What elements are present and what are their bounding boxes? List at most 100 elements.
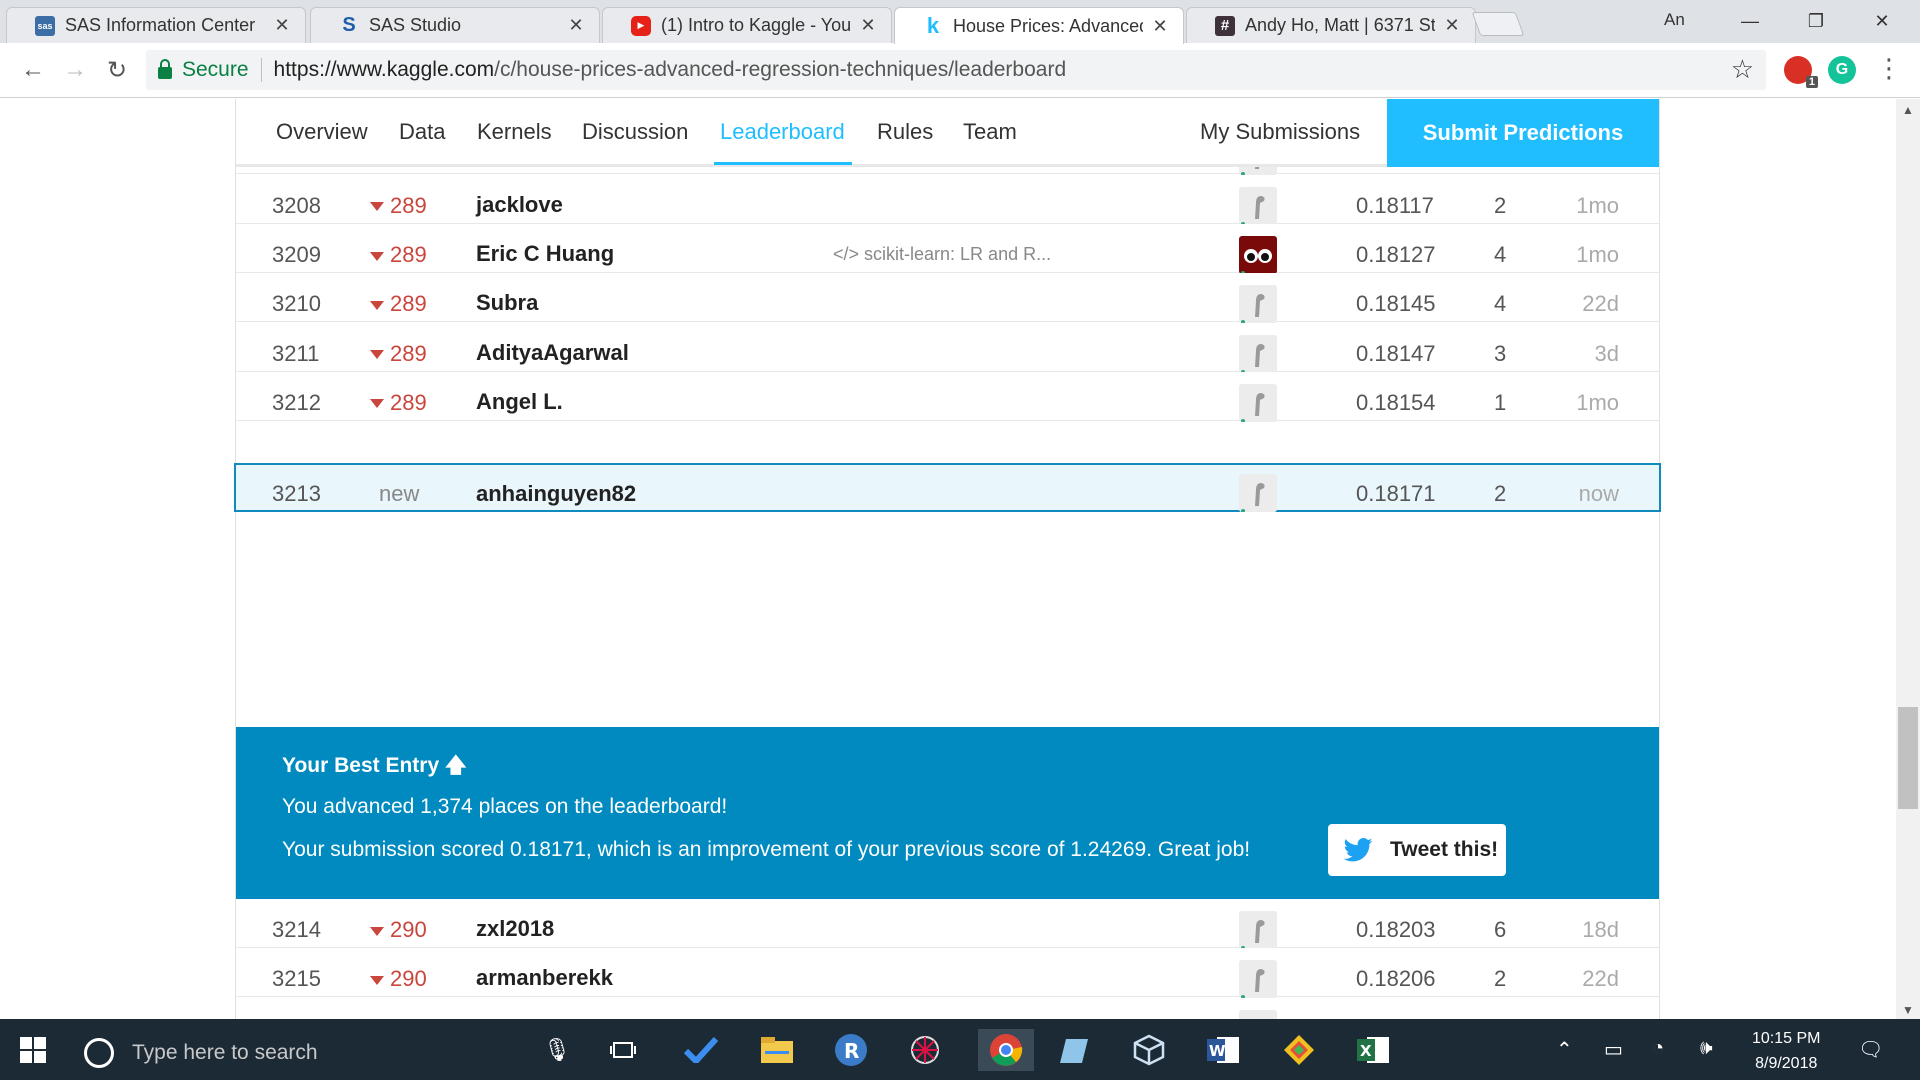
kernel-link[interactable]: </> scikit-learn: LR and R...	[833, 244, 1051, 265]
todo-check-icon[interactable]	[680, 1029, 722, 1071]
tab-data[interactable]: Data	[399, 119, 445, 145]
extension-icon[interactable]: 1	[1784, 56, 1818, 88]
rank-change: 289	[370, 242, 427, 268]
tweet-button[interactable]: Tweet this!	[1328, 824, 1506, 876]
volume-icon[interactable]: 🕪	[1700, 1037, 1713, 1060]
search-placeholder: Type here to search	[132, 1041, 318, 1064]
score: 0.18147	[1356, 340, 1436, 366]
show-hidden-icons-icon[interactable]: ⌃	[1556, 1037, 1573, 1062]
scrollbar-thumb[interactable]	[1898, 707, 1918, 809]
rank-change: 290	[370, 966, 427, 992]
team-name[interactable]: armanberekk	[476, 965, 613, 991]
rank-change-value: 289	[390, 340, 427, 366]
scroll-up-icon[interactable]: ▲	[1902, 103, 1914, 117]
wifi-icon[interactable]: ◔	[1652, 1037, 1664, 1060]
spider-app-icon[interactable]	[904, 1029, 946, 1071]
taskbar-clock[interactable]: 10:15 PM 8/9/2018	[1752, 1026, 1820, 1076]
cortana-icon	[84, 1038, 114, 1068]
tab-discussion[interactable]: Discussion	[582, 119, 688, 145]
tab-youtube[interactable]: ▶ (1) Intro to Kaggle - YouT ✕	[602, 7, 892, 43]
windows-start-icon[interactable]	[20, 1037, 46, 1063]
tab-rules[interactable]: Rules	[877, 119, 933, 145]
tab-slack[interactable]: # Andy Ho, Matt | 6371 Sta ✕	[1186, 7, 1476, 43]
team-name[interactable]: anhainguyen82	[476, 481, 636, 507]
close-tab-icon[interactable]: ✕	[1443, 15, 1461, 36]
profile-name[interactable]: An	[1664, 10, 1685, 30]
taskbar-search[interactable]: Type here to search	[84, 1038, 318, 1068]
page: 3206289RetoLed0.1811761mo3207289Rechel H…	[0, 99, 1920, 1019]
close-window-icon[interactable]: ✕	[1852, 4, 1912, 38]
team-name[interactable]: zxl2018	[476, 916, 554, 942]
address-bar[interactable]: Secure https://www.kaggle.com/c/house-pr…	[146, 50, 1766, 90]
notebook-app-icon[interactable]	[1054, 1029, 1096, 1071]
file-explorer-icon[interactable]	[756, 1029, 798, 1071]
restore-icon[interactable]: ❐	[1786, 4, 1846, 38]
rank: 3208	[272, 192, 321, 218]
tab-team[interactable]: Team	[963, 119, 1017, 145]
team-name[interactable]: Subra	[476, 290, 538, 316]
team-avatar[interactable]	[1239, 334, 1277, 373]
team-avatar[interactable]	[1239, 235, 1277, 274]
tab-sas-information-center[interactable]: sas SAS Information Center ✕	[6, 7, 306, 43]
r-icon[interactable]: R	[830, 1029, 872, 1071]
new-tab-button[interactable]	[1471, 12, 1525, 36]
url-path: /c/house-prices-advanced-regression-tech…	[494, 58, 1067, 81]
excel-icon[interactable]: X	[1352, 1029, 1394, 1071]
team-name[interactable]: AdityaAgarwal	[476, 340, 629, 366]
tab-kaggle-house-prices[interactable]: k House Prices: Advanced R ✕	[894, 7, 1184, 44]
tab-leaderboard[interactable]: Leaderboard	[720, 119, 845, 145]
bookmark-star-icon[interactable]: ☆	[1731, 54, 1754, 85]
reload-icon[interactable]: ↻	[100, 53, 134, 87]
svg-text:W: W	[1209, 1042, 1226, 1060]
page-scrollbar[interactable]: ▲ ▼	[1896, 99, 1920, 1019]
leaderboard-row[interactable]: 3216290Jim Wang0.1821511mo	[236, 997, 1659, 1019]
leaderboard-row[interactable]: 3209 289 Eric C Huang </> scikit-learn: LR …	[236, 223, 1659, 274]
grammarly-icon[interactable]: G	[1828, 56, 1856, 84]
team-avatar[interactable]	[1239, 383, 1277, 422]
forward-arrow-icon[interactable]: →	[58, 53, 92, 87]
your-leaderboard-row[interactable]: 3213 new anhainguyen82 0.18171 2 now	[234, 463, 1661, 512]
team-avatar[interactable]	[1239, 474, 1277, 512]
best-entry-banner: Your Best Entry 🡅 You advanced 1,374 pla…	[236, 727, 1659, 899]
team-avatar[interactable]	[1239, 186, 1277, 225]
tab-sas-studio[interactable]: S SAS Studio ✕	[310, 7, 600, 43]
team-name[interactable]: jacklove	[476, 192, 563, 218]
close-tab-icon[interactable]: ✕	[567, 15, 585, 36]
leaderboard-row[interactable]: 3208 289 jacklove 0.18117 2 1mo	[236, 174, 1659, 225]
leaderboard-row[interactable]: 3214 290 zxl2018 0.18203 6 18d	[236, 899, 1659, 949]
tab-title: SAS Information Center	[65, 15, 256, 35]
close-tab-icon[interactable]: ✕	[859, 15, 877, 36]
team-name[interactable]: Angel L.	[476, 389, 563, 415]
tab-overview[interactable]: Overview	[276, 119, 368, 145]
leaderboard-row[interactable]: 3211 289 AdityaAgarwal 0.18147 3 3d	[236, 322, 1659, 373]
chrome-menu-icon[interactable]: ⋮	[1876, 53, 1902, 84]
close-tab-icon[interactable]: ✕	[1151, 16, 1169, 37]
team-name[interactable]: Eric C Huang	[476, 241, 614, 267]
entries-count: 2	[1494, 192, 1507, 218]
close-tab-icon[interactable]: ✕	[273, 15, 291, 36]
task-view-icon[interactable]	[602, 1029, 644, 1071]
submit-predictions-button[interactable]: Submit Predictions	[1387, 99, 1659, 167]
tab-kernels[interactable]: Kernels	[477, 119, 552, 145]
my-submissions-link[interactable]: My Submissions	[1200, 119, 1360, 145]
leaderboard-row[interactable]: 3210 289 Subra 0.18145 4 22d	[236, 273, 1659, 324]
battery-icon[interactable]: ▭	[1604, 1037, 1623, 1062]
arrow-up-icon: 🡅	[445, 754, 467, 777]
last-submission: 22d	[1582, 966, 1619, 992]
word-icon[interactable]: W	[1202, 1029, 1244, 1071]
rank: 3214	[272, 917, 321, 942]
microphone-icon[interactable]: 🎙	[536, 1029, 578, 1071]
back-arrow-icon[interactable]: ←	[16, 53, 50, 87]
team-avatar[interactable]	[1239, 285, 1277, 324]
virtualbox-icon[interactable]	[1128, 1029, 1170, 1071]
minimize-icon[interactable]: —	[1720, 4, 1780, 38]
leaderboard-row[interactable]: 3215 290 armanberekk 0.18206 2 22d	[236, 948, 1659, 999]
git-app-icon[interactable]	[1278, 1029, 1320, 1071]
team-avatar[interactable]	[1239, 1009, 1277, 1019]
scroll-down-icon[interactable]: ▼	[1902, 1003, 1914, 1017]
team-avatar[interactable]	[1239, 960, 1277, 999]
leaderboard-row[interactable]: 3212 289 Angel L. 0.18154 1 1mo	[236, 371, 1659, 422]
chrome-icon[interactable]	[978, 1029, 1034, 1071]
team-avatar[interactable]	[1239, 911, 1277, 949]
action-center-icon[interactable]: 🗨	[1858, 1037, 1883, 1062]
